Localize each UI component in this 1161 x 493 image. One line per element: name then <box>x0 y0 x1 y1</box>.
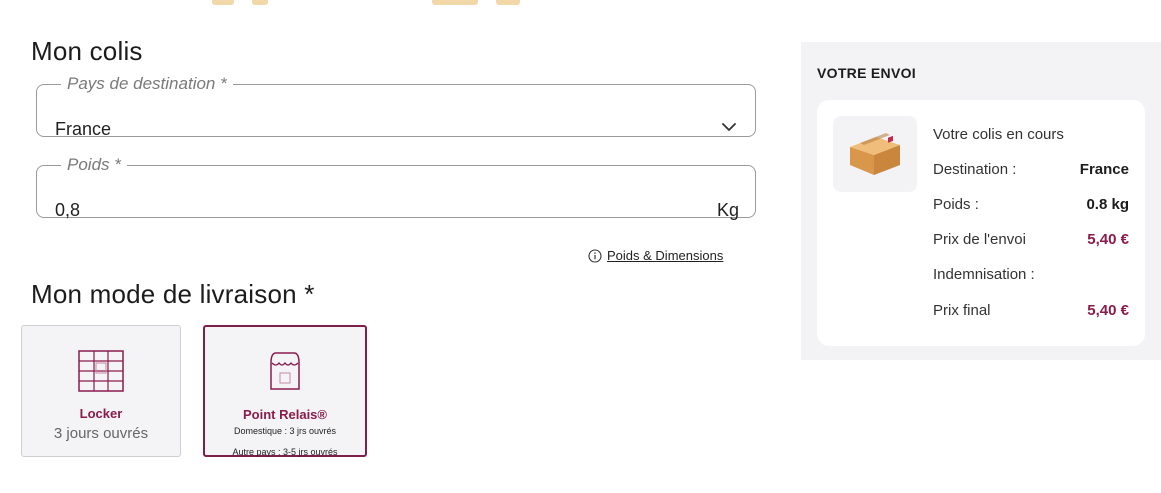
relais-option-other-delay: Autre pays : 3-5 jrs ouvrés <box>232 447 338 457</box>
summary-intro-text: Votre colis en cours <box>933 126 1064 143</box>
summary-insurance-label: Indemnisation : <box>933 266 1035 283</box>
delivery-mode-title: Mon mode de livraison * <box>31 279 315 309</box>
locker-option-delay: 3 jours ouvrés <box>53 425 149 442</box>
summary-intro: Votre colis en cours <box>933 126 1129 143</box>
chevron-down-icon[interactable] <box>721 119 737 135</box>
relay-shop-icon <box>270 352 300 390</box>
weight-dimensions-link-label[interactable]: Poids & Dimensions <box>607 248 723 263</box>
relais-option-domestic-delay: Domestique : 3 jrs ouvrés <box>233 426 337 436</box>
summary-price-row: Prix de l'envoi 5,40 € <box>933 231 1129 248</box>
summary-weight-value: 0.8 kg <box>1086 196 1129 213</box>
colis-section-title: Mon colis <box>31 36 143 66</box>
weight-label: Poids * <box>67 155 121 174</box>
shipment-summary: VOTRE ENVOI Votre colis en cours Destina… <box>801 42 1161 360</box>
summary-panel: Votre colis en cours Destination : Franc… <box>817 100 1145 346</box>
summary-heading: VOTRE ENVOI <box>817 65 916 81</box>
destination-country-value: France <box>55 119 112 139</box>
locker-option-name: Locker <box>79 406 123 421</box>
summary-final-value: 5,40 € <box>1087 302 1129 319</box>
weight-dimensions-link[interactable]: Poids & Dimensions <box>588 248 723 263</box>
summary-destination-label: Destination : <box>933 161 1017 178</box>
relais-option-name: Point Relais® <box>243 407 327 422</box>
summary-weight-label: Poids : <box>933 196 979 213</box>
summary-final-row: Prix final 5,40 € <box>933 302 1129 319</box>
destination-country-select[interactable]: Pays de destination * France <box>36 74 756 139</box>
delivery-option-point-relais[interactable]: Point Relais® Domestique : 3 jrs ouvrés … <box>203 325 367 457</box>
destination-country-label: Pays de destination * <box>67 74 227 93</box>
summary-destination-value: France <box>1079 161 1129 178</box>
summary-destination-row: Destination : France <box>933 161 1129 178</box>
summary-price-label: Prix de l'envoi <box>933 231 1026 248</box>
summary-price-value: 5,40 € <box>1087 231 1129 248</box>
summary-weight-row: Poids : 0.8 kg <box>933 196 1129 213</box>
info-icon <box>588 248 602 263</box>
locker-grid-icon <box>78 350 124 392</box>
parcel-box-icon <box>850 133 900 175</box>
delivery-option-locker[interactable]: Locker 3 jours ouvrés <box>21 325 181 457</box>
top-cutoff-decoration <box>200 0 540 6</box>
summary-final-label: Prix final <box>933 302 991 319</box>
weight-value[interactable]: 0,8 <box>55 200 80 221</box>
parcel-thumbnail <box>833 116 917 192</box>
weight-unit: Kg <box>716 200 739 220</box>
weight-input[interactable]: Poids * 0,8 Kg <box>36 155 756 221</box>
summary-insurance-row: Indemnisation : <box>933 266 1129 283</box>
